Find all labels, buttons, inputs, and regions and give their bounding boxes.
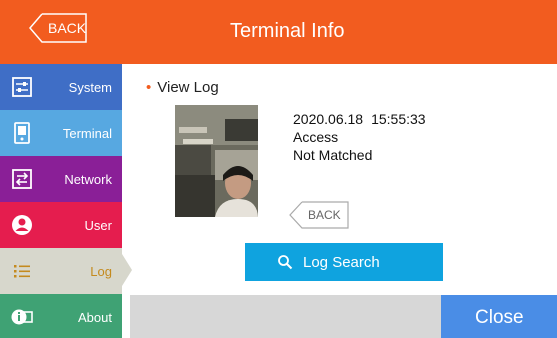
sidebar-item-terminal[interactable]: Terminal bbox=[0, 110, 122, 156]
sidebar-item-system[interactable]: System bbox=[0, 64, 122, 110]
sidebar-item-network[interactable]: Network bbox=[0, 156, 122, 202]
back-button[interactable]: BACK bbox=[28, 12, 88, 44]
sidebar-item-label: Terminal bbox=[62, 126, 112, 141]
log-photo bbox=[175, 105, 258, 217]
log-time: 15:55:33 bbox=[371, 111, 426, 127]
info-icon bbox=[11, 309, 33, 325]
page-title: Terminal Info bbox=[230, 20, 345, 42]
sidebar-item-label: Log bbox=[90, 264, 112, 279]
section-title: • View Log bbox=[146, 79, 219, 96]
header-bar: BACK Terminal Info bbox=[0, 0, 557, 64]
log-back-button[interactable]: BACK bbox=[288, 200, 350, 230]
sidebar-item-label: User bbox=[84, 218, 112, 233]
system-icon bbox=[12, 77, 32, 97]
log-result: Not Matched bbox=[293, 147, 373, 163]
bullet-icon: • bbox=[146, 79, 152, 96]
close-button[interactable]: Close bbox=[441, 295, 557, 338]
selected-indicator bbox=[122, 254, 132, 286]
network-icon bbox=[12, 169, 32, 189]
log-datetime: 2020.06.18 15:55:33 bbox=[293, 110, 434, 128]
close-button-label: Close bbox=[475, 307, 524, 328]
section-title-text: View Log bbox=[157, 79, 219, 96]
sidebar-item-user[interactable]: User bbox=[0, 202, 122, 248]
sidebar: System Terminal Network User Log About bbox=[0, 64, 122, 338]
sidebar-item-label: About bbox=[78, 310, 112, 325]
bottom-bar bbox=[130, 295, 441, 338]
sidebar-item-about[interactable]: About bbox=[0, 294, 122, 338]
sidebar-item-label: Network bbox=[64, 172, 112, 187]
log-icon bbox=[14, 265, 30, 278]
sidebar-item-log[interactable]: Log bbox=[0, 248, 122, 294]
log-search-button[interactable]: Log Search bbox=[245, 243, 443, 281]
log-back-label: BACK bbox=[308, 208, 341, 222]
log-details: 2020.06.18 15:55:33 Access Not Matched bbox=[293, 110, 434, 164]
search-icon bbox=[278, 255, 293, 270]
terminal-icon bbox=[14, 122, 30, 144]
log-date: 2020.06.18 bbox=[293, 111, 364, 127]
back-button-label: BACK bbox=[48, 20, 87, 36]
log-search-label: Log Search bbox=[303, 254, 380, 271]
user-icon bbox=[12, 215, 32, 235]
log-type: Access bbox=[293, 129, 339, 145]
sidebar-item-label: System bbox=[68, 80, 112, 95]
face-photo-image bbox=[175, 105, 258, 217]
